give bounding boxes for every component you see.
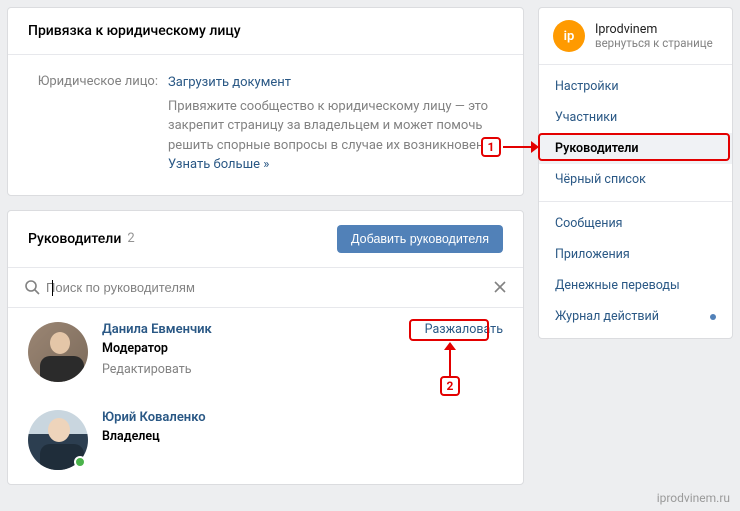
member-role: Владелец <box>102 429 503 444</box>
search-icon <box>24 279 40 295</box>
sidebar-item-label: Сообщения <box>555 216 623 231</box>
sidebar-item[interactable]: Чёрный список <box>539 164 732 195</box>
watermark: iprodvinem.ru <box>657 491 730 505</box>
member-edit-link[interactable]: Редактировать <box>102 362 192 377</box>
sidebar-item-label: Руководители <box>555 141 639 156</box>
sidebar-item-label: Чёрный список <box>555 172 646 187</box>
sidebar-item[interactable]: Приложения <box>539 239 732 270</box>
upload-document-link[interactable]: Загрузить документ <box>168 73 291 93</box>
legal-header: Привязка к юридическому лицу <box>8 8 523 55</box>
sidebar-item-label: Журнал действий <box>555 309 659 324</box>
profile-sub: вернуться к странице <box>595 37 713 51</box>
notification-dot-icon <box>710 314 716 320</box>
sidebar-card: ip Iprodvinem вернуться к странице Настр… <box>538 7 733 339</box>
sidebar-item-label: Настройки <box>555 79 619 94</box>
text-caret <box>52 280 53 296</box>
avatar[interactable] <box>28 322 88 382</box>
search-input[interactable] <box>40 278 493 297</box>
learn-more-link[interactable]: Узнать больше » <box>168 157 269 172</box>
member-name-link[interactable]: Юрий Коваленко <box>102 410 206 425</box>
profile-row[interactable]: ip Iprodvinem вернуться к странице <box>539 8 732 65</box>
member-role: Модератор <box>102 341 425 356</box>
dismiss-link[interactable]: Разжаловать <box>425 322 503 337</box>
sidebar-item[interactable]: Руководители <box>539 133 732 164</box>
sidebar-item-label: Участники <box>555 110 617 125</box>
add-manager-button[interactable]: Добавить руководителя <box>337 225 503 253</box>
clear-icon[interactable] <box>493 280 507 294</box>
sidebar-item[interactable]: Сообщения <box>539 208 732 239</box>
managers-title: Руководители <box>28 231 121 247</box>
sidebar-item-label: Денежные переводы <box>555 278 680 293</box>
legal-desc: Привяжите сообщество к юридическому лицу… <box>168 99 488 153</box>
sidebar-item[interactable]: Участники <box>539 102 732 133</box>
legal-card: Привязка к юридическому лицу Юридическое… <box>7 7 524 196</box>
manager-row: Данила Евменчик Модератор Редактировать … <box>8 308 523 396</box>
profile-avatar-icon: ip <box>553 20 585 52</box>
managers-count: 2 <box>127 231 134 246</box>
sidebar-item[interactable]: Настройки <box>539 71 732 102</box>
sidebar-item-label: Приложения <box>555 247 630 262</box>
legal-label: Юридическое лицо: <box>28 73 168 175</box>
manager-row: Юрий Коваленко Владелец <box>8 396 523 484</box>
sidebar-item[interactable]: Денежные переводы <box>539 270 732 301</box>
sidebar-item[interactable]: Журнал действий <box>539 301 732 332</box>
online-indicator-icon <box>74 456 86 468</box>
profile-name: Iprodvinem <box>595 22 713 37</box>
managers-card: Руководители 2 Добавить руководителя Дан… <box>7 210 524 485</box>
member-name-link[interactable]: Данила Евменчик <box>102 322 212 337</box>
